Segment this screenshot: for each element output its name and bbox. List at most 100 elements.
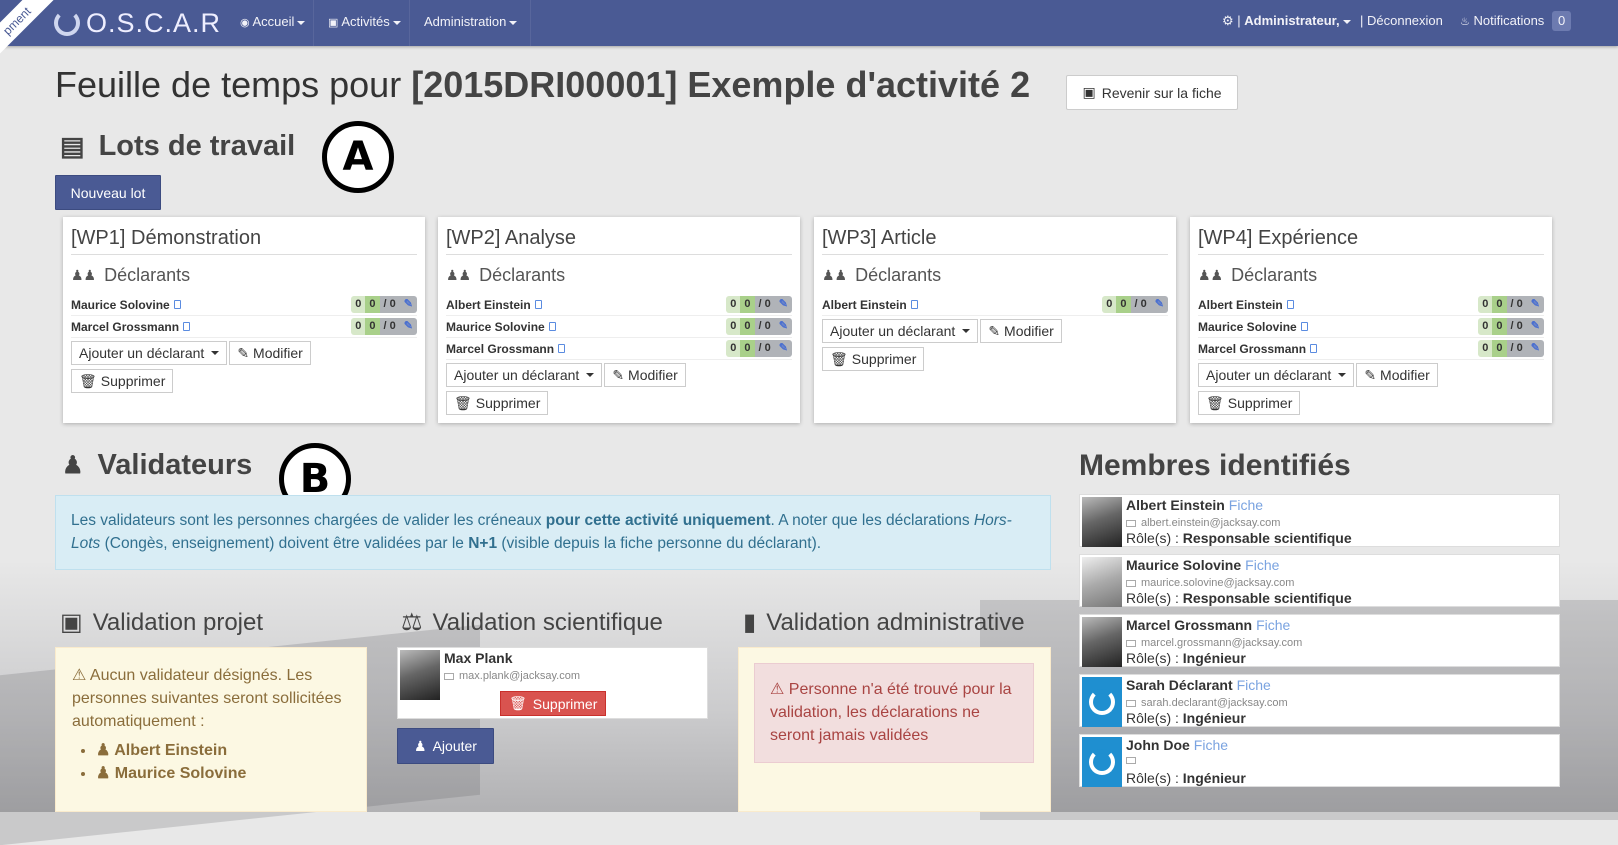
- annotation-marker-a: A: [322, 121, 394, 193]
- add-declarant-dropdown[interactable]: Ajouter un déclarant: [1198, 363, 1355, 387]
- member-fiche-link[interactable]: Fiche: [1245, 557, 1279, 573]
- validator-card: Max Plank max.plank@jacksay.com 🗑 Suppri…: [397, 647, 708, 719]
- caret-down-icon: [392, 20, 401, 25]
- users-icon: ♟♟: [71, 267, 97, 283]
- document-icon[interactable]: [1286, 300, 1294, 309]
- notifications-button[interactable]: ♨ Notifications 0: [1460, 0, 1572, 46]
- add-declarant-dropdown[interactable]: Ajouter un déclarant: [446, 363, 603, 387]
- work-package-title: [WP4] Expérience: [1198, 227, 1544, 255]
- declarants-heading-text: Déclarants: [479, 265, 566, 285]
- document-icon[interactable]: [1310, 344, 1318, 353]
- edit-pencil-icon[interactable]: ✎: [1526, 340, 1544, 357]
- count-total: / 0: [754, 296, 775, 313]
- count-total: / 0: [1130, 296, 1151, 313]
- declarant-name: Marcel Grossmann: [71, 319, 180, 334]
- member-fiche-link[interactable]: Fiche: [1237, 677, 1271, 693]
- members-title: Membres identifiés: [1079, 449, 1351, 482]
- nav-administration[interactable]: Administration: [416, 0, 531, 46]
- validator-email-text: max.plank@jacksay.com: [459, 670, 580, 682]
- page-title-prefix: Feuille de temps pour: [55, 64, 402, 105]
- users-icon: ♟♟: [446, 267, 472, 283]
- member-fiche-link[interactable]: Fiche: [1229, 497, 1263, 513]
- work-package-actions: Ajouter un déclarant ✎ Modifier 🗑 Suppri…: [822, 319, 1072, 373]
- modify-lot-button[interactable]: ✎ Modifier: [1356, 363, 1438, 387]
- member-name-line: Marcel Grossmann Fiche: [1126, 617, 1290, 633]
- pencil-icon: ✎: [988, 322, 1001, 339]
- users-icon: ♟♟: [1198, 267, 1224, 283]
- brand-logo[interactable]: O.S.C.A.R: [54, 6, 221, 40]
- map-marker-icon: ◉: [240, 17, 250, 29]
- add-declarant-dropdown[interactable]: Ajouter un déclarant: [822, 319, 979, 343]
- add-validator-button[interactable]: ♟ Ajouter: [397, 728, 494, 764]
- declarant-name: Marcel Grossmann: [446, 341, 555, 356]
- delete-validator-button[interactable]: 🗑 Supprimer: [500, 691, 607, 716]
- member-fiche-link[interactable]: Fiche: [1194, 737, 1228, 753]
- member-role: Rôle(s) : Ingénieur: [1126, 770, 1246, 786]
- nav-activites[interactable]: ▣ Activités: [320, 0, 410, 46]
- declarant-row: Albert Einstein 0 0 / 0 ✎: [1198, 294, 1544, 316]
- delete-lot-button[interactable]: 🗑 Supprimer: [71, 369, 174, 393]
- modify-lot-button[interactable]: ✎ Modifier: [980, 319, 1062, 343]
- modify-lot-button[interactable]: ✎ Modifier: [229, 341, 311, 365]
- count-validated: 0: [1492, 340, 1507, 357]
- avatar: [1082, 617, 1122, 667]
- lots-section-title: ▤ Lots de travail: [60, 130, 295, 163]
- declarant-name: Albert Einstein: [822, 297, 907, 312]
- document-icon[interactable]: [558, 344, 566, 353]
- member-email: marcel.grossmann@jacksay.com: [1126, 637, 1302, 649]
- delete-validator-label: Supprimer: [532, 695, 598, 712]
- info-text-4: (visible depuis la fiche personne du déc…: [497, 535, 822, 552]
- document-icon[interactable]: [548, 322, 556, 331]
- caret-down-icon: [1342, 19, 1351, 24]
- delete-lot-label: Supprimer: [851, 351, 917, 367]
- user-menu[interactable]: ⚙ | Administrateur,: [1222, 0, 1351, 46]
- new-lot-button[interactable]: Nouveau lot: [55, 175, 161, 210]
- envelope-icon: [1126, 579, 1136, 587]
- document-icon[interactable]: [1300, 322, 1308, 331]
- back-to-fiche-button[interactable]: ▣ Revenir sur la fiche: [1066, 75, 1238, 110]
- member-email-text: marcel.grossmann@jacksay.com: [1141, 637, 1303, 649]
- member-name-line: Maurice Solovine Fiche: [1126, 557, 1279, 573]
- modify-lot-button[interactable]: ✎ Modifier: [604, 363, 686, 387]
- edit-pencil-icon[interactable]: ✎: [774, 296, 792, 313]
- gear-icon: ⚙: [1222, 13, 1234, 28]
- edit-pencil-icon[interactable]: ✎: [399, 296, 417, 313]
- info-text-1: Les validateurs sont les personnes charg…: [71, 512, 546, 529]
- delete-lot-button[interactable]: 🗑 Supprimer: [1198, 391, 1301, 415]
- count-validated: 0: [1492, 296, 1507, 313]
- declarants-heading: ♟♟ Déclarants: [822, 265, 1168, 286]
- document-icon[interactable]: [173, 300, 181, 309]
- count-declared: 0: [726, 340, 741, 357]
- count-total: / 0: [1506, 318, 1527, 335]
- document-icon[interactable]: [910, 300, 918, 309]
- declarant-counts: 0 0 / 0 ✎: [1478, 296, 1544, 313]
- member-role: Rôle(s) : Responsable scientifique: [1126, 530, 1352, 546]
- member-fiche-link[interactable]: Fiche: [1256, 617, 1290, 633]
- edit-pencil-icon[interactable]: ✎: [1526, 318, 1544, 335]
- validation-projet-warning-text: Aucun validateur désignés. Les personnes…: [72, 667, 342, 730]
- member-email-text: albert.einstein@jacksay.com: [1141, 517, 1281, 529]
- member-email: maurice.solovine@jacksay.com: [1126, 577, 1294, 589]
- nav-accueil[interactable]: ◉ Accueil: [232, 0, 315, 46]
- validator-name: Max Plank: [444, 650, 513, 666]
- trash-icon: 🗑: [509, 695, 527, 711]
- declarant-counts: 0 0 / 0 ✎: [351, 318, 417, 335]
- envelope-icon: [1126, 699, 1136, 707]
- document-icon[interactable]: [183, 322, 191, 331]
- logout-link[interactable]: | Déconnexion: [1360, 0, 1443, 46]
- edit-pencil-icon[interactable]: ✎: [774, 340, 792, 357]
- edit-pencil-icon[interactable]: ✎: [1150, 296, 1168, 313]
- edit-pencil-icon[interactable]: ✎: [399, 318, 417, 335]
- delete-lot-label: Supprimer: [1227, 395, 1293, 411]
- delete-lot-button[interactable]: 🗑 Supprimer: [446, 391, 549, 415]
- validateurs-info-box: Les validateurs sont les personnes charg…: [55, 495, 1051, 570]
- member-email-text: sarah.declarant@jacksay.com: [1141, 697, 1288, 709]
- edit-pencil-icon[interactable]: ✎: [774, 318, 792, 335]
- count-validated: 0: [365, 296, 380, 313]
- declarants-heading-text: Déclarants: [855, 265, 942, 285]
- document-icon[interactable]: [534, 300, 542, 309]
- add-declarant-label: Ajouter un déclarant: [830, 323, 956, 339]
- delete-lot-button[interactable]: 🗑 Supprimer: [822, 347, 925, 371]
- edit-pencil-icon[interactable]: ✎: [1526, 296, 1544, 313]
- add-declarant-dropdown[interactable]: Ajouter un déclarant: [71, 341, 228, 365]
